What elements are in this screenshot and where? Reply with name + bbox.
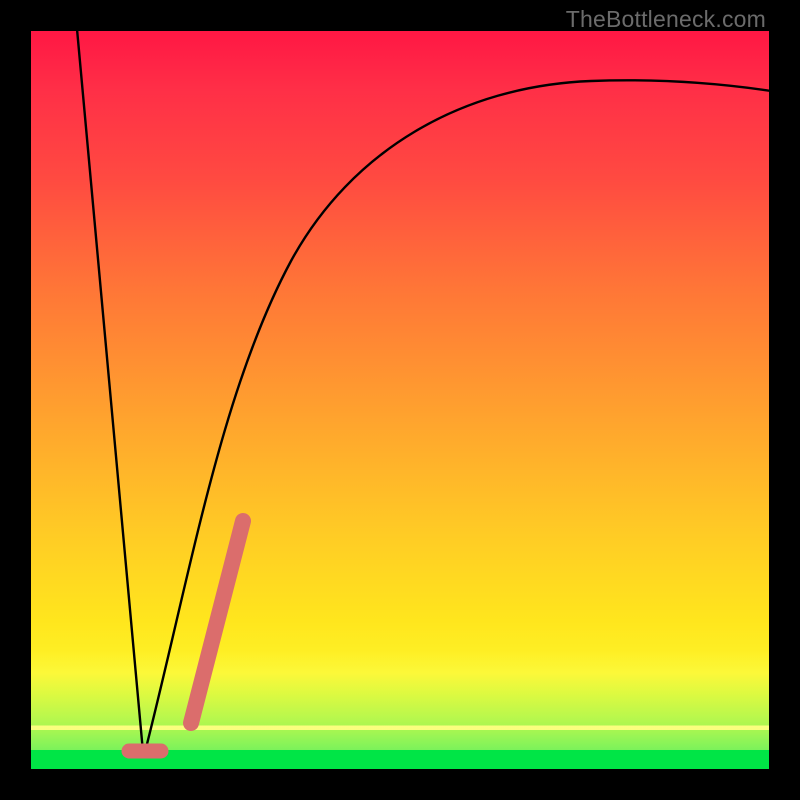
plot-area bbox=[31, 31, 769, 769]
curve-left-branch bbox=[77, 29, 143, 752]
chart-svg bbox=[31, 31, 769, 769]
marker-diagonal bbox=[191, 521, 243, 723]
chart-frame: TheBottleneck.com bbox=[0, 0, 800, 800]
curve-right-branch bbox=[145, 80, 771, 752]
watermark-text: TheBottleneck.com bbox=[566, 6, 766, 33]
